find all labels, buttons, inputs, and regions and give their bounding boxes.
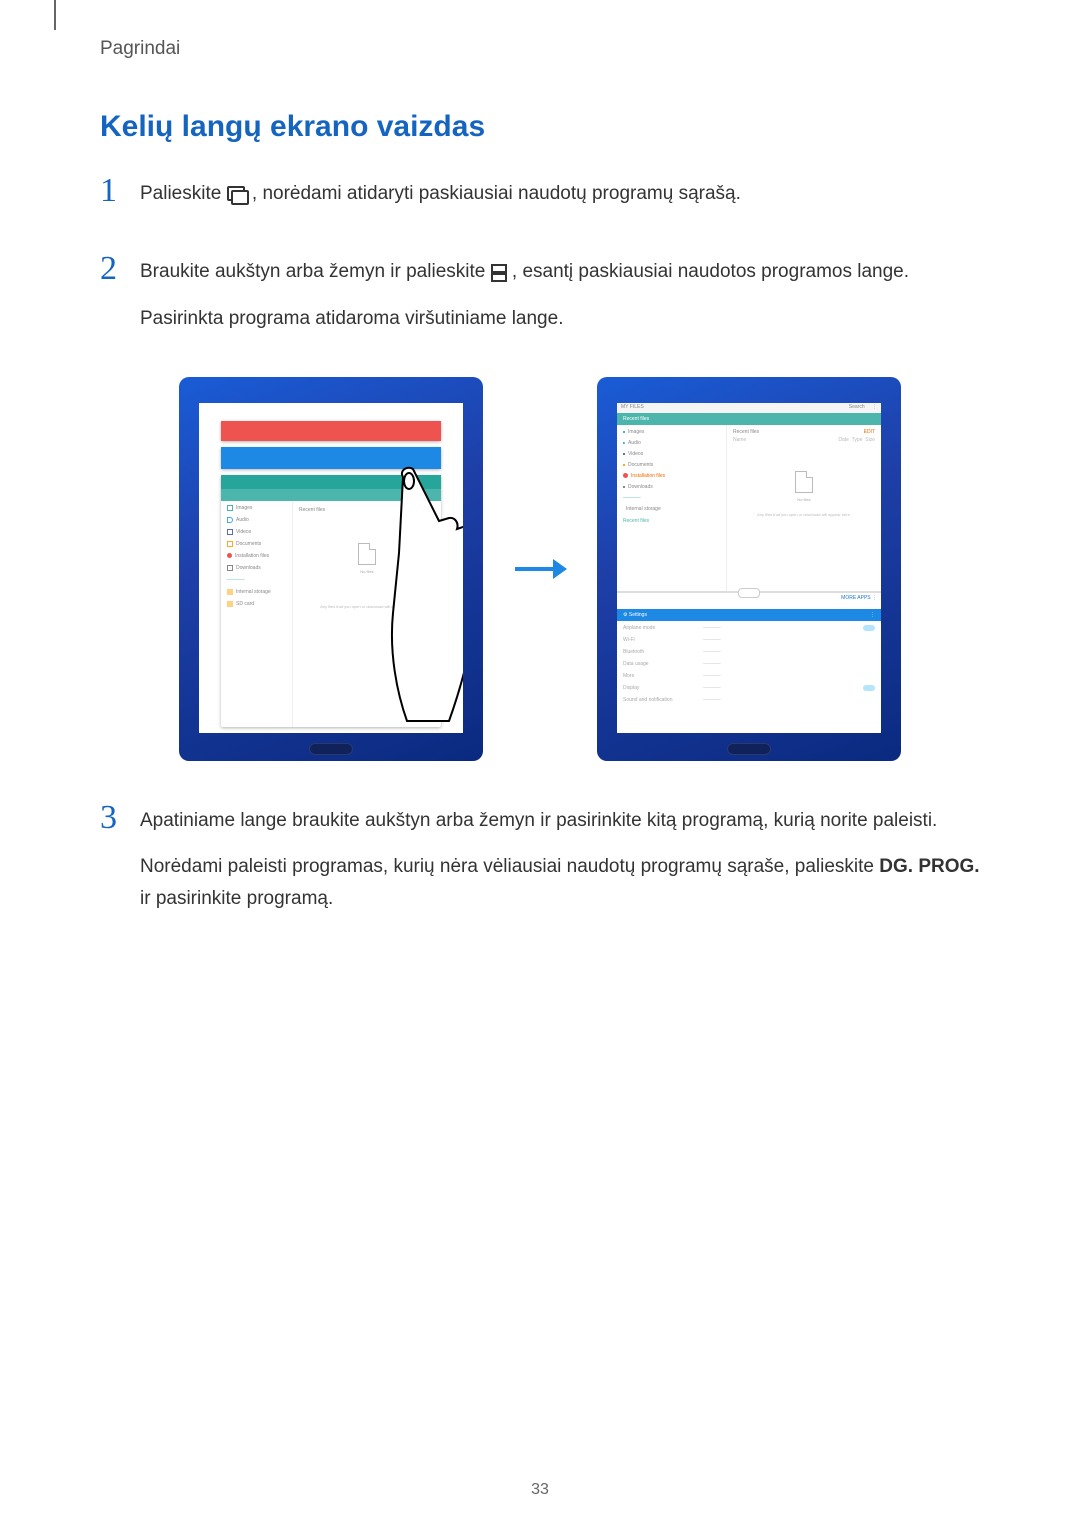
meta-date: Date bbox=[838, 437, 849, 443]
r-document-icon bbox=[795, 471, 813, 493]
col-name: Recent files bbox=[733, 429, 759, 435]
bottom-app-pane: ⚙ Settings ⋮ Airplane mode───── Wi-Fi───… bbox=[617, 609, 881, 733]
page-content: Kelių langų ekrano vaizdas 1 Palieskite … bbox=[100, 110, 980, 958]
cat-downloads: Downloads bbox=[236, 565, 261, 571]
tablet-left: Images Audio Videos Documents Installati… bbox=[179, 377, 483, 761]
meta-type: Type bbox=[852, 437, 863, 443]
r-cat-images: Images bbox=[628, 429, 644, 435]
step-3-line1: Apatiniame lange braukite aukštyn arba ž… bbox=[140, 805, 980, 837]
top-pane-title: Recent files bbox=[617, 413, 881, 425]
meta-name: Name bbox=[733, 437, 746, 443]
section-heading: Kelių langų ekrano vaizdas bbox=[100, 110, 980, 144]
recent-files-hdr: Recent files bbox=[623, 416, 649, 422]
r-help-text: Any files that you open or download will… bbox=[733, 512, 875, 517]
r-cat-install: Installation files bbox=[631, 473, 665, 479]
more-apps-link: MORE APPS ⋮ bbox=[841, 595, 877, 601]
set-more: More bbox=[623, 673, 703, 679]
step-1-text-after: , norėdami atidaryti paskiausiai naudotų… bbox=[252, 183, 741, 204]
no-files-label: No files bbox=[299, 569, 435, 574]
split-screen-icon bbox=[491, 264, 507, 280]
r-cat-audio: Audio bbox=[628, 440, 641, 446]
page-number: 33 bbox=[531, 1481, 549, 1499]
r-recent-files: Recent files bbox=[623, 518, 649, 524]
recent-card-2 bbox=[221, 447, 441, 469]
set-bt: Bluetooth bbox=[623, 649, 703, 655]
edit-link: EDIT bbox=[864, 429, 875, 435]
step-number-3: 3 bbox=[100, 801, 140, 930]
step-3-line2-after: ir pasirinkite programą. bbox=[140, 888, 333, 909]
settings-list: Airplane mode───── Wi-Fi───── Bluetooth─… bbox=[617, 621, 881, 713]
status-title: MY FILES bbox=[621, 404, 644, 412]
r-cat-downloads: Downloads bbox=[628, 484, 653, 490]
step-3-body: Apatiniame lange braukite aukštyn arba ž… bbox=[140, 801, 980, 930]
r-cat-docs: Documents bbox=[628, 462, 653, 468]
step-1-text-before: Palieskite bbox=[140, 183, 227, 204]
page-border-left bbox=[54, 0, 56, 30]
step-1-body: Palieskite , norėdami atidaryti paskiaus… bbox=[140, 174, 741, 224]
step-2-line2: Pasirinkta programa atidaroma viršutinia… bbox=[140, 303, 909, 335]
status-bar: MY FILES Search ⋮ bbox=[617, 403, 881, 413]
step-2-line1-before: Braukite aukštyn arba žemyn ir palieskit… bbox=[140, 261, 491, 282]
step-1: 1 Palieskite , norėdami atidaryti paskia… bbox=[100, 174, 980, 224]
set-airplane: Airplane mode bbox=[623, 625, 703, 631]
cat-install: Installation files bbox=[235, 553, 269, 559]
recent-files-title: Recent files bbox=[299, 507, 435, 513]
search-label: Search bbox=[849, 404, 865, 410]
meta-size: Size bbox=[865, 437, 875, 443]
r-cat-videos: Videos bbox=[628, 451, 643, 457]
top-main: Recent files EDIT Name Date Type Size bbox=[727, 425, 881, 591]
step-number-1: 1 bbox=[100, 174, 140, 224]
step-2-line1-after: , esantį paskiausiai naudotos programos … bbox=[512, 261, 909, 282]
figure-area: Images Audio Videos Documents Installati… bbox=[100, 377, 980, 761]
set-display: Display bbox=[623, 685, 703, 691]
file-right-pane: Recent files No files Any files that you… bbox=[293, 501, 441, 727]
r-internal-storage: Internal storage bbox=[626, 506, 661, 512]
breadcrumb: Pagrindai bbox=[100, 38, 180, 60]
step-3-line2-bold: DG. PROG. bbox=[879, 856, 979, 877]
home-button bbox=[309, 743, 353, 755]
step-3: 3 Apatiniame lange braukite aukštyn arba… bbox=[100, 801, 980, 930]
step-2: 2 Braukite aukštyn arba žemyn ir paliesk… bbox=[100, 252, 980, 349]
settings-label: Settings bbox=[629, 612, 647, 618]
tablet-right-screen: MY FILES Search ⋮ Recent files Images Au… bbox=[617, 403, 881, 733]
set-data: Data usage bbox=[623, 661, 703, 667]
step-number-2: 2 bbox=[100, 252, 140, 349]
recent-apps-icon bbox=[227, 186, 247, 202]
step-2-body: Braukite aukštyn arba žemyn ir palieskit… bbox=[140, 252, 909, 349]
home-button-right bbox=[727, 743, 771, 755]
step-3-line2-before: Norėdami paleisti programas, kurių nėra … bbox=[140, 856, 879, 877]
document-icon bbox=[358, 543, 376, 565]
tablet-left-screen: Images Audio Videos Documents Installati… bbox=[199, 403, 463, 733]
recent-card-1 bbox=[221, 421, 441, 441]
top-sidebar: Images Audio Videos Documents Installati… bbox=[617, 425, 727, 591]
internal-storage: Internal storage bbox=[236, 589, 271, 595]
cat-images: Images bbox=[236, 505, 252, 511]
split-divider bbox=[617, 591, 881, 593]
recent-card-3: Images Audio Videos Documents Installati… bbox=[221, 475, 441, 727]
tablet-right: MY FILES Search ⋮ Recent files Images Au… bbox=[597, 377, 901, 761]
file-categories-left: Images Audio Videos Documents Installati… bbox=[221, 501, 293, 727]
cat-audio: Audio bbox=[236, 517, 249, 523]
cat-videos: Videos bbox=[236, 529, 251, 535]
set-sound: Sound and notification bbox=[623, 697, 703, 703]
cat-documents: Documents bbox=[236, 541, 261, 547]
set-wifi: Wi-Fi bbox=[623, 637, 703, 643]
r-no-files: No files bbox=[733, 497, 875, 502]
sd-card: SD card bbox=[236, 601, 254, 607]
top-app-pane: MY FILES Search ⋮ Recent files Images Au… bbox=[617, 403, 881, 591]
arrow-right-icon bbox=[513, 557, 567, 581]
help-text: Any files that you open or download will… bbox=[299, 604, 435, 609]
bottom-pane-title: ⚙ Settings ⋮ bbox=[617, 609, 881, 621]
